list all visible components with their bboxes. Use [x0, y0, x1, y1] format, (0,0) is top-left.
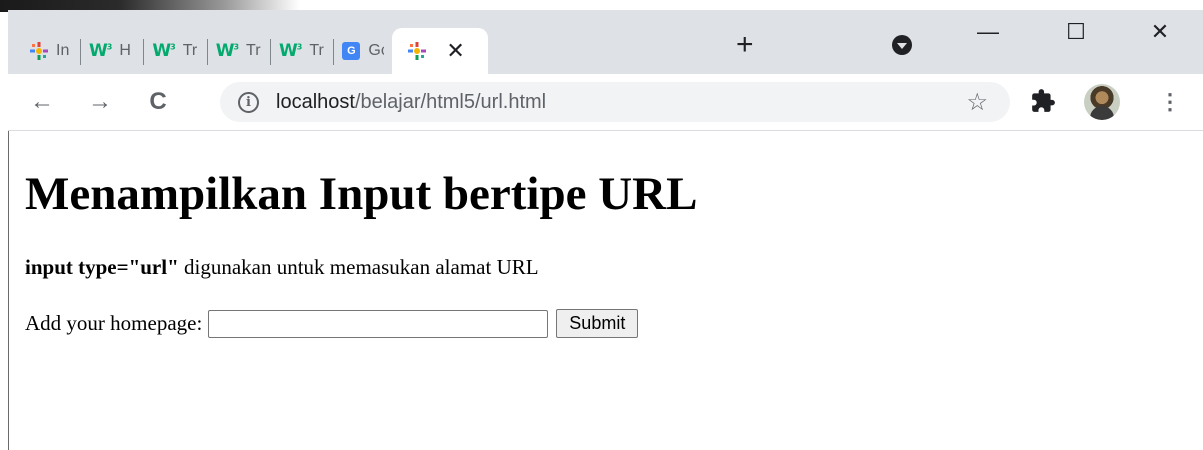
- tab-search-icon[interactable]: [892, 35, 912, 55]
- puzzle-star-icon: [30, 42, 48, 60]
- bookmark-star-icon[interactable]: ☆: [966, 88, 988, 117]
- url-host: localhost: [276, 91, 355, 113]
- url-path: /belajar/html5/url.html: [354, 91, 547, 113]
- tab-3[interactable]: W3 Tr: [144, 28, 206, 74]
- w3schools-icon: W3: [152, 41, 175, 61]
- close-tab-icon[interactable]: ✕: [446, 38, 464, 64]
- page-description: input type="url" digunakan untuk memasuk…: [25, 255, 539, 280]
- homepage-form: Add your homepage: Submit: [25, 309, 639, 338]
- tab-active[interactable]: ✕: [392, 28, 489, 74]
- homepage-url-input[interactable]: [208, 309, 549, 338]
- extensions-puzzle-icon[interactable]: [1030, 88, 1056, 114]
- reload-icon[interactable]: C: [142, 86, 174, 118]
- google-translate-icon: G: [342, 42, 361, 60]
- profile-avatar[interactable]: [1084, 84, 1120, 120]
- address-bar[interactable]: i localhost/belajar/html5/url.html ☆: [220, 82, 1010, 122]
- homepage-label: Add your homepage:: [25, 311, 203, 335]
- new-tab-button[interactable]: +: [736, 30, 754, 60]
- tab-label: In: [56, 42, 70, 59]
- tab-6[interactable]: G Gc: [334, 28, 392, 74]
- submit-button[interactable]: Submit: [556, 309, 639, 338]
- browser-toolbar: ← → C i localhost/belajar/html5/url.html…: [8, 74, 1203, 131]
- page-viewport: Menampilkan Input bertipe URL input type…: [8, 131, 1203, 450]
- back-arrow-icon[interactable]: ←: [26, 86, 58, 118]
- tab-label: Tr: [246, 42, 261, 59]
- site-info-icon[interactable]: i: [238, 92, 259, 113]
- url-text[interactable]: localhost/belajar/html5/url.html: [276, 91, 546, 114]
- description-text: digunakan untuk memasukan alamat URL: [178, 255, 539, 279]
- tab-label: Gc: [368, 42, 384, 59]
- tab-strip: In W3 H W3 Tr W3 Tr W3 Tr G Gc: [22, 20, 489, 74]
- minimize-button[interactable]: —: [968, 14, 1008, 50]
- page-title: Menampilkan Input bertipe URL: [25, 168, 698, 220]
- more-menu-icon[interactable]: ⋮: [1158, 88, 1182, 116]
- forward-arrow-icon[interactable]: →: [84, 86, 116, 118]
- maximize-button[interactable]: ☐: [1056, 14, 1096, 50]
- tab-5[interactable]: W3 Tr: [271, 28, 333, 74]
- w3schools-icon: W3: [279, 41, 302, 61]
- w3schools-icon: W3: [215, 41, 239, 61]
- close-window-button[interactable]: ✕: [1140, 14, 1180, 50]
- w3schools-icon: W3: [89, 41, 112, 61]
- tab-label: H: [119, 42, 131, 59]
- tab-label: Tr: [309, 42, 324, 59]
- screen: In W3 H W3 Tr W3 Tr W3 Tr G Gc: [0, 0, 1203, 450]
- tab-label: Tr: [182, 42, 198, 59]
- tab-2[interactable]: W3 H: [81, 28, 143, 74]
- description-code: input type="url": [25, 255, 179, 279]
- puzzle-star-icon: [408, 42, 427, 60]
- tab-4[interactable]: W3 Tr: [208, 28, 270, 74]
- desktop-background: [0, 0, 1203, 12]
- tab-1[interactable]: In: [22, 28, 80, 74]
